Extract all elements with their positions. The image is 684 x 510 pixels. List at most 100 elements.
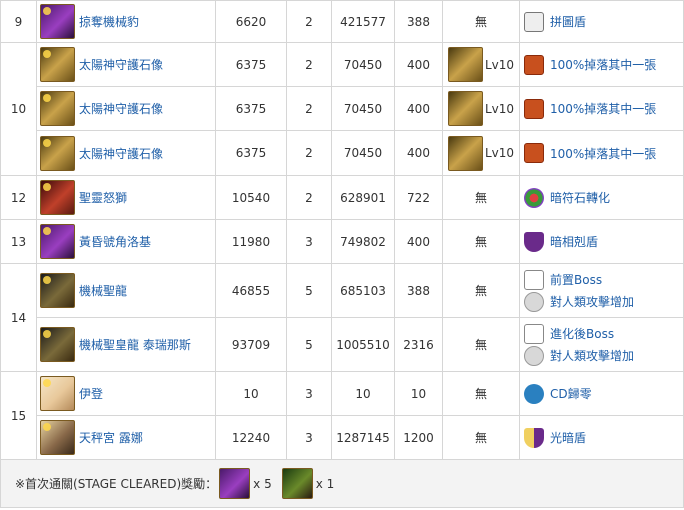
cd-value: 3 xyxy=(286,415,332,460)
table-row: 10 太陽神守護石像 6375 2 70450 400 Lv10 100%掉落其… xyxy=(0,42,684,176)
hp-value: 6375 xyxy=(215,42,287,87)
reward-card-icon[interactable] xyxy=(219,468,251,499)
skill-link[interactable]: 100%掉落其中一張 xyxy=(550,100,656,117)
monster-name-link[interactable]: 機械聖龍 xyxy=(79,282,127,299)
skill-link[interactable]: 對人類攻擊增加 xyxy=(550,347,634,364)
drop-card-icon xyxy=(524,143,544,163)
monster-name-link[interactable]: 太陽神守護石像 xyxy=(79,56,163,73)
reward-count: x 5 xyxy=(253,476,272,491)
cd-value: 2 xyxy=(286,130,332,176)
monster-portrait[interactable] xyxy=(40,47,75,82)
monster-portrait[interactable] xyxy=(40,420,75,455)
defense-value: 388 xyxy=(394,263,443,318)
stage-monster-table: 9 掠奪機械豹 6620 2 421577 388 無 拼圖盾 10 太陽神守護… xyxy=(0,0,684,460)
boss-icon xyxy=(524,323,544,344)
cd-value: 5 xyxy=(286,263,332,318)
table-row: 天秤宮 露娜 12240 3 1287145 1200 無 光暗盾 xyxy=(1,415,684,460)
wave-number: 13 xyxy=(0,219,37,264)
first-clear-reward-bar: ※首次通關(STAGE CLEARED)獎勵： x 5 x 1 xyxy=(0,460,684,508)
puzzle-shield-icon xyxy=(524,11,544,32)
skill-link[interactable]: 拼圖盾 xyxy=(550,13,586,30)
wave-number: 15 xyxy=(0,371,37,460)
attack-value: 628901 xyxy=(331,175,395,220)
drop-none: 無 xyxy=(442,415,520,460)
drop-none: 無 xyxy=(442,219,520,264)
monster-portrait[interactable] xyxy=(40,273,75,308)
monster-portrait[interactable] xyxy=(40,135,75,171)
hp-value: 6375 xyxy=(215,86,287,131)
table-row: 12 聖靈怒獅 10540 2 628901 722 無 暗符石轉化 xyxy=(0,175,684,220)
defense-value: 400 xyxy=(394,130,443,176)
hp-value: 6375 xyxy=(215,130,287,176)
attack-value: 1005510 xyxy=(331,317,395,372)
monster-name-link[interactable]: 聖靈怒獅 xyxy=(79,189,127,206)
dark-shield-icon xyxy=(524,231,544,252)
drop-card-portrait[interactable] xyxy=(447,135,483,171)
monster-name-link[interactable]: 黃昏號角洛基 xyxy=(79,233,151,250)
monster-name-link[interactable]: 天秤宮 露娜 xyxy=(79,429,143,446)
attack-value: 70450 xyxy=(331,130,395,176)
table-row: 太陽神守護石像 6375 2 70450 400 Lv10 100%掉落其中一張 xyxy=(1,86,684,131)
monster-portrait[interactable] xyxy=(40,327,75,362)
defense-value: 2316 xyxy=(394,317,443,372)
skill-link[interactable]: 100%掉落其中一張 xyxy=(550,145,656,162)
skill-link[interactable]: 對人類攻擊增加 xyxy=(550,293,634,310)
skill-link[interactable]: 前置Boss xyxy=(550,271,602,288)
monster-portrait[interactable] xyxy=(40,4,75,39)
defense-value: 1200 xyxy=(394,415,443,460)
human-attack-icon xyxy=(524,291,544,312)
monster-portrait[interactable] xyxy=(40,224,75,259)
drop-level: Lv10 xyxy=(484,146,515,160)
drop-none: 無 xyxy=(442,371,520,416)
monster-portrait[interactable] xyxy=(40,91,75,126)
rune-convert-icon xyxy=(524,187,544,208)
reward-card-icon[interactable] xyxy=(281,468,313,499)
reward-count: x 1 xyxy=(315,476,335,491)
attack-value: 70450 xyxy=(331,42,395,87)
cd-value: 5 xyxy=(286,317,332,372)
defense-value: 400 xyxy=(394,219,443,264)
monster-portrait[interactable] xyxy=(40,376,75,411)
table-row: 機械聖皇龍 泰瑞那斯 93709 5 1005510 2316 無 進化後Bos… xyxy=(1,317,684,372)
wave-number: 10 xyxy=(0,42,37,176)
skill-link[interactable]: 100%掉落其中一張 xyxy=(550,56,656,73)
table-row: 9 掠奪機械豹 6620 2 421577 388 無 拼圖盾 xyxy=(0,0,684,43)
human-attack-icon xyxy=(524,345,544,366)
drop-card-portrait[interactable] xyxy=(447,91,483,126)
monster-name-link[interactable]: 太陽神守護石像 xyxy=(79,145,163,162)
wave-number: 14 xyxy=(0,263,37,372)
skill-link[interactable]: 暗符石轉化 xyxy=(550,189,610,206)
defense-value: 10 xyxy=(394,371,443,416)
table-row: 14 機械聖龍 46855 5 685103 388 無 前置Boss 對人類攻… xyxy=(0,263,684,372)
attack-value: 421577 xyxy=(331,0,395,43)
attack-value: 1287145 xyxy=(331,415,395,460)
wave-number: 9 xyxy=(0,0,37,43)
wave-number: 12 xyxy=(0,175,37,220)
drop-level: Lv10 xyxy=(484,101,515,116)
defense-value: 388 xyxy=(394,0,443,43)
skill-link[interactable]: 光暗盾 xyxy=(550,429,586,446)
skill-link[interactable]: 進化後Boss xyxy=(550,325,614,342)
hp-value: 10 xyxy=(215,371,287,416)
monster-portrait[interactable] xyxy=(40,180,75,215)
drop-none: 無 xyxy=(442,175,520,220)
monster-name-link[interactable]: 掠奪機械豹 xyxy=(79,13,139,30)
defense-value: 722 xyxy=(394,175,443,220)
hp-value: 6620 xyxy=(215,0,287,43)
cd-value: 2 xyxy=(286,175,332,220)
cd-reset-icon xyxy=(524,383,544,404)
cd-value: 2 xyxy=(286,0,332,43)
monster-name-link[interactable]: 伊登 xyxy=(79,385,103,402)
hp-value: 46855 xyxy=(215,263,287,318)
boss-icon xyxy=(524,269,544,290)
skill-link[interactable]: 暗相剋盾 xyxy=(550,233,598,250)
drop-none: 無 xyxy=(442,317,520,372)
monster-name-link[interactable]: 機械聖皇龍 泰瑞那斯 xyxy=(79,336,191,353)
drop-card-portrait[interactable] xyxy=(447,47,483,82)
defense-value: 400 xyxy=(394,86,443,131)
reward-label: ※首次通關(STAGE CLEARED)獎勵： xyxy=(15,477,218,491)
skill-link[interactable]: CD歸零 xyxy=(550,385,592,402)
drop-card-icon xyxy=(524,98,544,119)
cd-value: 3 xyxy=(286,219,332,264)
monster-name-link[interactable]: 太陽神守護石像 xyxy=(79,100,163,117)
